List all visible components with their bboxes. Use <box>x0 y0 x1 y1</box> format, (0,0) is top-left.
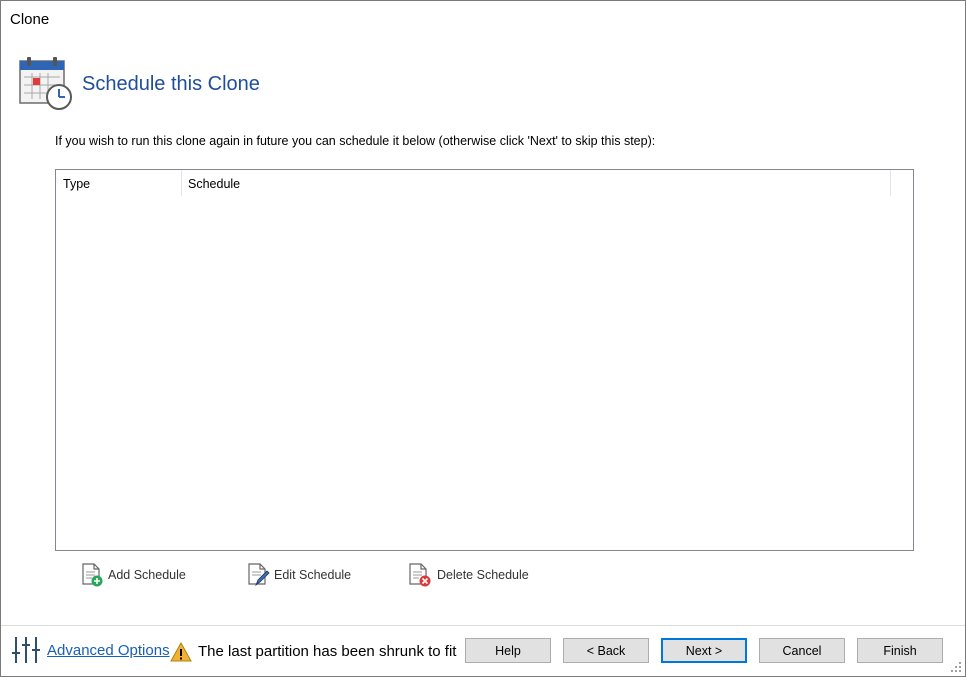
clone-dialog: Clone Schedule this Clone If you wish to… <box>0 0 966 677</box>
calendar-clock-icon <box>19 57 72 110</box>
delete-document-icon <box>409 563 431 587</box>
advanced-options-link[interactable]: Advanced Options <box>47 642 170 659</box>
finish-button[interactable]: Finish <box>857 638 943 663</box>
next-button[interactable]: Next > <box>661 638 747 663</box>
resize-grip-icon[interactable] <box>951 662 961 672</box>
delete-schedule-label: Delete Schedule <box>437 568 529 582</box>
help-button[interactable]: Help <box>465 638 551 663</box>
warning-message: The last partition has been shrunk to fi… <box>198 643 457 660</box>
schedule-list[interactable]: Type Schedule <box>55 169 914 551</box>
schedule-list-header: Type Schedule <box>56 170 891 196</box>
warning-icon <box>170 641 192 662</box>
sliders-icon[interactable] <box>11 635 41 665</box>
add-document-icon <box>82 563 103 587</box>
delete-schedule-button[interactable]: Delete Schedule <box>407 562 529 588</box>
back-button[interactable]: < Back <box>563 638 649 663</box>
title-bar: Clone <box>1 1 965 39</box>
footer-divider <box>1 625 965 626</box>
cancel-button[interactable]: Cancel <box>759 638 845 663</box>
column-header-schedule[interactable]: Schedule <box>182 170 891 196</box>
page-title: Schedule this Clone <box>82 73 260 95</box>
edit-schedule-label: Edit Schedule <box>274 568 352 582</box>
instruction-text: If you wish to run this clone again in f… <box>55 134 656 148</box>
edit-document-icon <box>248 563 270 587</box>
add-schedule-label: Add Schedule <box>108 568 186 582</box>
window-title: Clone <box>10 11 50 28</box>
edit-schedule-button[interactable]: Edit Schedule <box>246 562 351 588</box>
column-header-type[interactable]: Type <box>56 170 182 196</box>
add-schedule-button[interactable]: Add Schedule <box>80 562 186 588</box>
